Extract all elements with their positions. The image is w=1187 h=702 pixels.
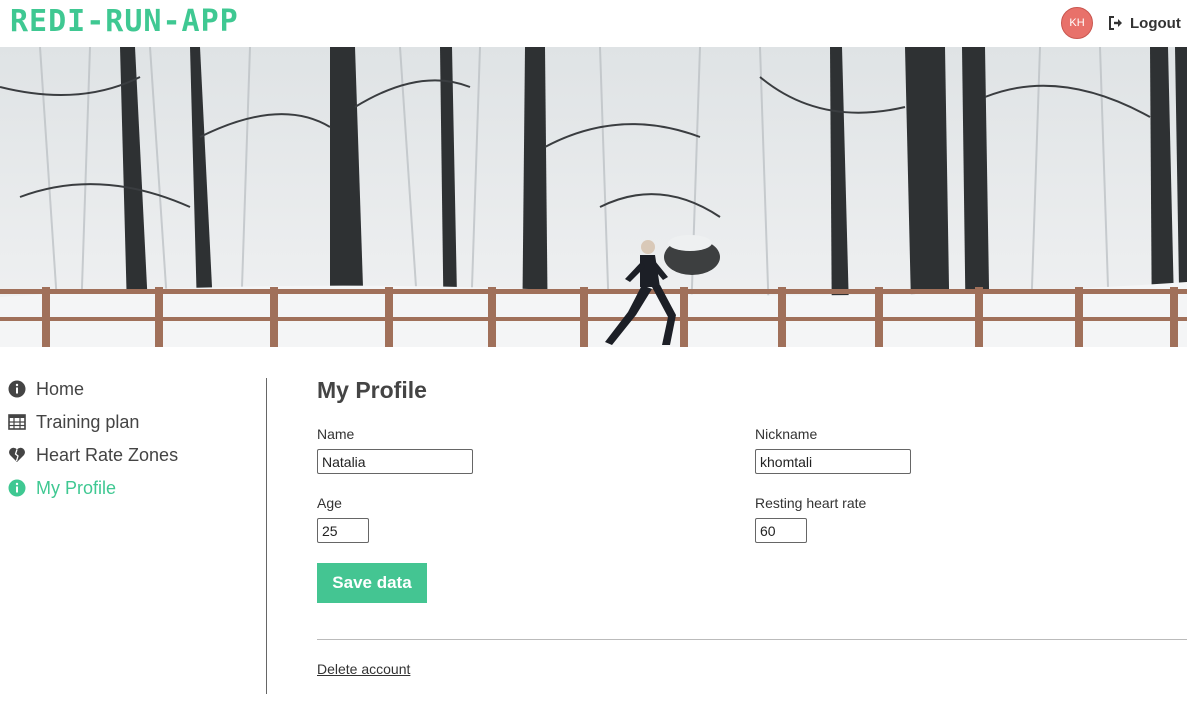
sidebar-item-label: Heart Rate Zones [36,444,179,465]
resting-heart-rate-field[interactable] [755,518,807,543]
user-avatar[interactable]: KH [1061,7,1093,39]
app-logo[interactable]: REDI-RUN-APP [10,4,239,40]
sign-out-icon [1108,15,1124,31]
age-label: Age [317,495,342,511]
age-field[interactable] [317,518,369,543]
delete-account-link[interactable]: Delete account [317,661,410,677]
section-divider [317,639,1187,640]
broken-heart-icon [8,446,26,464]
nickname-label: Nickname [755,426,818,442]
nickname-field[interactable] [755,449,911,474]
sidebar-item-label: Home [36,378,85,399]
name-field[interactable] [317,449,473,474]
page-title: My Profile [317,377,427,403]
logout-label: Logout [1130,14,1181,32]
logout-button[interactable]: Logout [1108,12,1181,34]
info-circle-icon [8,479,26,497]
sidebar-item-my-profile[interactable]: My Profile [8,476,116,500]
calendar-table-icon [8,413,26,431]
sidebar-item-heart-rate-zones[interactable]: Heart Rate Zones [8,443,178,467]
hero-banner-image [0,47,1187,347]
sidebar-item-training-plan[interactable]: Training plan [8,410,139,434]
name-label: Name [317,426,355,442]
save-data-button[interactable]: Save data [317,563,427,603]
sidebar-divider [266,378,267,694]
info-circle-icon [8,380,26,398]
sidebar-item-label: Training plan [36,411,140,432]
top-header: REDI-RUN-APP KH Logout [0,0,1187,46]
resting-heart-rate-label: Resting heart rate [755,495,867,511]
sidebar-item-label: My Profile [36,477,117,498]
sidebar-item-home[interactable]: Home [8,377,84,401]
